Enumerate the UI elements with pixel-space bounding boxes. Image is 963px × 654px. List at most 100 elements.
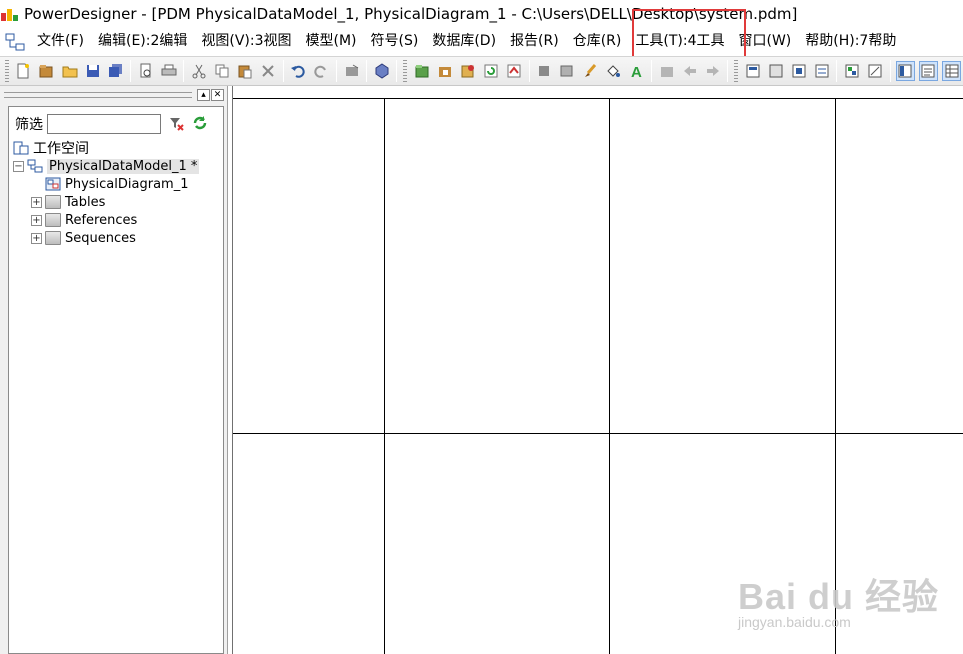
fill-icon[interactable] <box>604 61 623 81</box>
main-toolbar: A <box>0 56 963 86</box>
copy-icon[interactable] <box>213 61 232 81</box>
output-toggle-icon[interactable] <box>918 61 938 81</box>
symbol-a-icon[interactable] <box>743 61 762 81</box>
toolbar-separator <box>396 60 398 82</box>
toolbar-grip[interactable] <box>403 60 408 82</box>
merge-icon[interactable] <box>504 61 523 81</box>
redo-icon[interactable] <box>312 61 331 81</box>
page-border-line <box>384 98 385 654</box>
page-border-top <box>233 98 963 99</box>
tree-label: PhysicalDiagram_1 <box>65 176 189 192</box>
watermark-url: jingyan.baidu.com <box>738 614 851 630</box>
expand-icon[interactable]: + <box>31 196 42 208</box>
result-toggle-icon[interactable] <box>941 61 962 81</box>
menu-repository[interactable]: 仓库(R) <box>566 28 629 55</box>
filter-input[interactable] <box>47 114 161 134</box>
browser-pane-header: ▴ ✕ <box>4 88 224 102</box>
clear-filter-icon[interactable] <box>167 115 185 133</box>
undo-icon[interactable] <box>289 61 308 81</box>
expand-icon[interactable]: + <box>31 214 42 226</box>
filter-row: 筛选 <box>15 113 215 135</box>
toolbar-separator <box>727 60 729 82</box>
group-icon[interactable] <box>657 61 676 81</box>
pane-close-icon[interactable]: ✕ <box>211 89 224 101</box>
menu-view[interactable]: 视图(V):3视图 <box>194 28 298 55</box>
filter-label: 筛选 <box>15 117 43 133</box>
tree-node-workspace[interactable]: 工作空间 <box>13 139 221 157</box>
toolbar-separator <box>650 60 652 82</box>
powerdesigner-app-icon[interactable] <box>0 4 20 24</box>
font-icon[interactable]: A <box>627 61 646 81</box>
symbol-f-icon[interactable] <box>866 61 885 81</box>
tree-node-tables[interactable]: + Tables <box>13 193 221 211</box>
refresh-icon[interactable] <box>481 61 500 81</box>
symbol-e-icon[interactable] <box>842 61 861 81</box>
model-icon[interactable] <box>458 61 477 81</box>
toolbar-separator <box>183 60 185 82</box>
expand-icon[interactable]: + <box>31 232 42 244</box>
menu-model[interactable]: 模型(M) <box>299 28 364 55</box>
tree-node-model[interactable]: − PhysicalDataModel_1 * <box>13 157 221 175</box>
menu-file[interactable]: 文件(F) <box>30 28 91 55</box>
toolbar-separator <box>130 60 132 82</box>
save-icon[interactable] <box>83 61 102 81</box>
menu-help[interactable]: 帮助(H):7帮助 <box>798 28 903 55</box>
check-model-icon[interactable] <box>372 61 391 81</box>
menu-symbol[interactable]: 符号(S) <box>364 28 426 55</box>
paste-icon[interactable] <box>236 61 255 81</box>
menu-database[interactable]: 数据库(D) <box>425 28 503 55</box>
symbol-c-icon[interactable] <box>789 61 808 81</box>
pane-collapse-icon[interactable]: ▴ <box>197 89 210 101</box>
collapse-icon[interactable]: − <box>13 160 24 172</box>
menu-bar: 文件(F) 编辑(E):2编辑 视图(V):3视图 模型(M) 符号(S) 数据… <box>0 28 963 55</box>
open-icon[interactable] <box>60 61 79 81</box>
toolbar-grip[interactable] <box>734 60 739 82</box>
tree-node-sequences[interactable]: + Sequences <box>13 229 221 247</box>
print-preview-icon[interactable] <box>136 61 155 81</box>
menu-edit[interactable]: 编辑(E):2编辑 <box>91 28 194 55</box>
page-border-line <box>233 433 963 434</box>
tree-node-references[interactable]: + References <box>13 211 221 229</box>
tree-label: Tables <box>65 194 106 210</box>
open-project-icon[interactable] <box>37 61 56 81</box>
menu-tools[interactable]: 工具(T):4工具 <box>628 28 731 55</box>
cut-icon[interactable] <box>189 61 208 81</box>
tree-label: References <box>65 212 138 228</box>
toolbar-separator <box>836 60 838 82</box>
tree-label: PhysicalDataModel_1 * <box>47 158 200 174</box>
browser-tree: 工作空间 − PhysicalDataModel_1 * PhysicalDia… <box>13 139 221 247</box>
save-all-icon[interactable] <box>106 61 125 81</box>
properties-icon[interactable] <box>342 61 361 81</box>
browser-toggle-icon[interactable] <box>895 61 915 81</box>
new-icon[interactable] <box>14 61 33 81</box>
print-icon[interactable] <box>159 61 178 81</box>
new-package-icon[interactable] <box>412 61 431 81</box>
toolbar-grip[interactable] <box>5 60 9 82</box>
browser-pane: ▴ ✕ 筛选 工作空间 − PhysicalDataModel_1 * Phys… <box>0 86 228 654</box>
toolbar-separator <box>366 60 368 82</box>
menu-report[interactable]: 报告(R) <box>503 28 566 55</box>
toolbar-separator <box>336 60 338 82</box>
symbol-b-icon[interactable] <box>766 61 785 81</box>
open-package-icon[interactable] <box>435 61 454 81</box>
format-icon[interactable] <box>558 61 577 81</box>
shape-icon[interactable] <box>535 61 554 81</box>
tree-label: 工作空间 <box>33 141 89 157</box>
title-bar: PowerDesigner - [PDM PhysicalDataModel_1… <box>0 0 963 28</box>
refresh-filter-icon[interactable] <box>191 115 209 133</box>
tree-node-diagram[interactable]: PhysicalDiagram_1 <box>13 175 221 193</box>
tree-label: Sequences <box>65 230 136 246</box>
forward-icon[interactable] <box>703 61 722 81</box>
delete-icon[interactable] <box>259 61 278 81</box>
pane-drag-grip[interactable] <box>4 92 192 98</box>
toolbar-separator <box>889 60 891 82</box>
brush-icon[interactable] <box>581 61 600 81</box>
model-window-icon[interactable] <box>4 32 26 52</box>
back-icon[interactable] <box>680 61 699 81</box>
svg-text:A: A <box>631 64 642 79</box>
folder-icon <box>45 195 61 209</box>
menu-window[interactable]: 窗口(W) <box>731 28 798 55</box>
folder-icon <box>45 213 61 227</box>
symbol-d-icon[interactable] <box>812 61 831 81</box>
object-browser: 筛选 工作空间 − PhysicalDataModel_1 * Physical… <box>8 106 224 654</box>
